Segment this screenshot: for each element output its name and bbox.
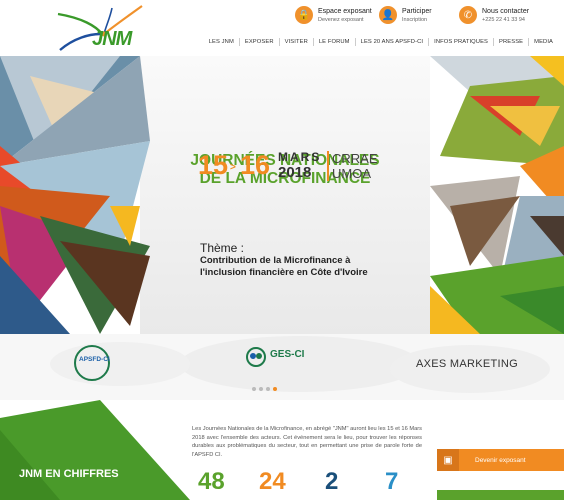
exposant-icon: ▣ (437, 449, 459, 471)
hero-banner: JOURNÉES NATIONALES DE LA MICROFINANCE (0, 56, 564, 334)
date-separator (327, 151, 329, 181)
nav-les-jnm[interactable]: LES JNM (204, 38, 239, 46)
carousel-dot[interactable] (266, 387, 270, 391)
green-triangle-decoration (0, 400, 190, 500)
devenir-exposant-button[interactable]: ▣ Devenir exposant (437, 449, 564, 471)
apsfd-logo-text: APSFD-CI (79, 356, 110, 363)
nav-media[interactable]: MEDIA (528, 38, 558, 46)
apsfd-logo[interactable] (74, 345, 110, 381)
contact-nous-contacter[interactable]: ✆ Nous contacter +225 22 41 33 94 (459, 4, 529, 26)
contact-participer[interactable]: 👤 Participer Inscription (379, 4, 432, 26)
carousel-dot-active[interactable] (273, 387, 277, 391)
stat-value: 2 (325, 468, 339, 495)
axes-marketing-logo[interactable]: AXES MARKETING (416, 358, 518, 370)
carousel-dots (252, 387, 280, 391)
lock-icon: 🔒 (295, 6, 313, 24)
site-header: JNM 🔒 Espace exposant Devenez exposant 👤… (0, 0, 564, 56)
contact-espace-exposant[interactable]: 🔒 Espace exposant Devenez exposant (295, 4, 372, 26)
nav-presse[interactable]: PRESSE (493, 38, 528, 46)
logo-text: JNM (92, 28, 132, 50)
hero-photo-collage (0, 56, 564, 334)
page: JNM 🔒 Espace exposant Devenez exposant 👤… (0, 0, 564, 500)
carousel-dot[interactable] (259, 387, 263, 391)
carousel-dot[interactable] (252, 387, 256, 391)
nav-exposer[interactable]: EXPOSER (238, 38, 279, 46)
theme-text: Contribution de la Microfinance à l'incl… (200, 255, 368, 278)
main-nav: LES JNM EXPOSER VISITER LE FORUM LES 20 … (204, 38, 558, 46)
theme-label: Thème : (200, 241, 245, 255)
stat-value: 7 (385, 468, 399, 495)
chiffres-title: JNM EN CHIFFRES (19, 468, 119, 480)
gesci-icon (246, 347, 266, 367)
green-sidebar-button[interactable] (437, 490, 564, 500)
phone-icon: ✆ (459, 6, 477, 24)
user-icon: 👤 (379, 6, 397, 24)
date-year: 2018 (278, 164, 312, 181)
nav-infos-pratiques[interactable]: INFOS PRATIQUES (428, 38, 493, 46)
stat-value: 48 (198, 468, 225, 495)
stat-value: 24 (259, 468, 286, 495)
date-month: MARS (278, 150, 322, 164)
date-day-end: 16 (240, 150, 271, 180)
nav-20-ans[interactable]: LES 20 ANS APSFD-CI (354, 38, 428, 46)
nav-visiter[interactable]: VISITER (278, 38, 313, 46)
nav-le-forum[interactable]: LE FORUM (312, 38, 355, 46)
intro-paragraph: Les Journées Nationales de la Microfinan… (192, 426, 422, 458)
date-day-start: 15 (198, 150, 229, 180)
gesci-logo[interactable]: GES-CI (270, 349, 304, 360)
venue: CRRAE UMOA (332, 151, 378, 181)
date-arrow: > (230, 162, 236, 173)
